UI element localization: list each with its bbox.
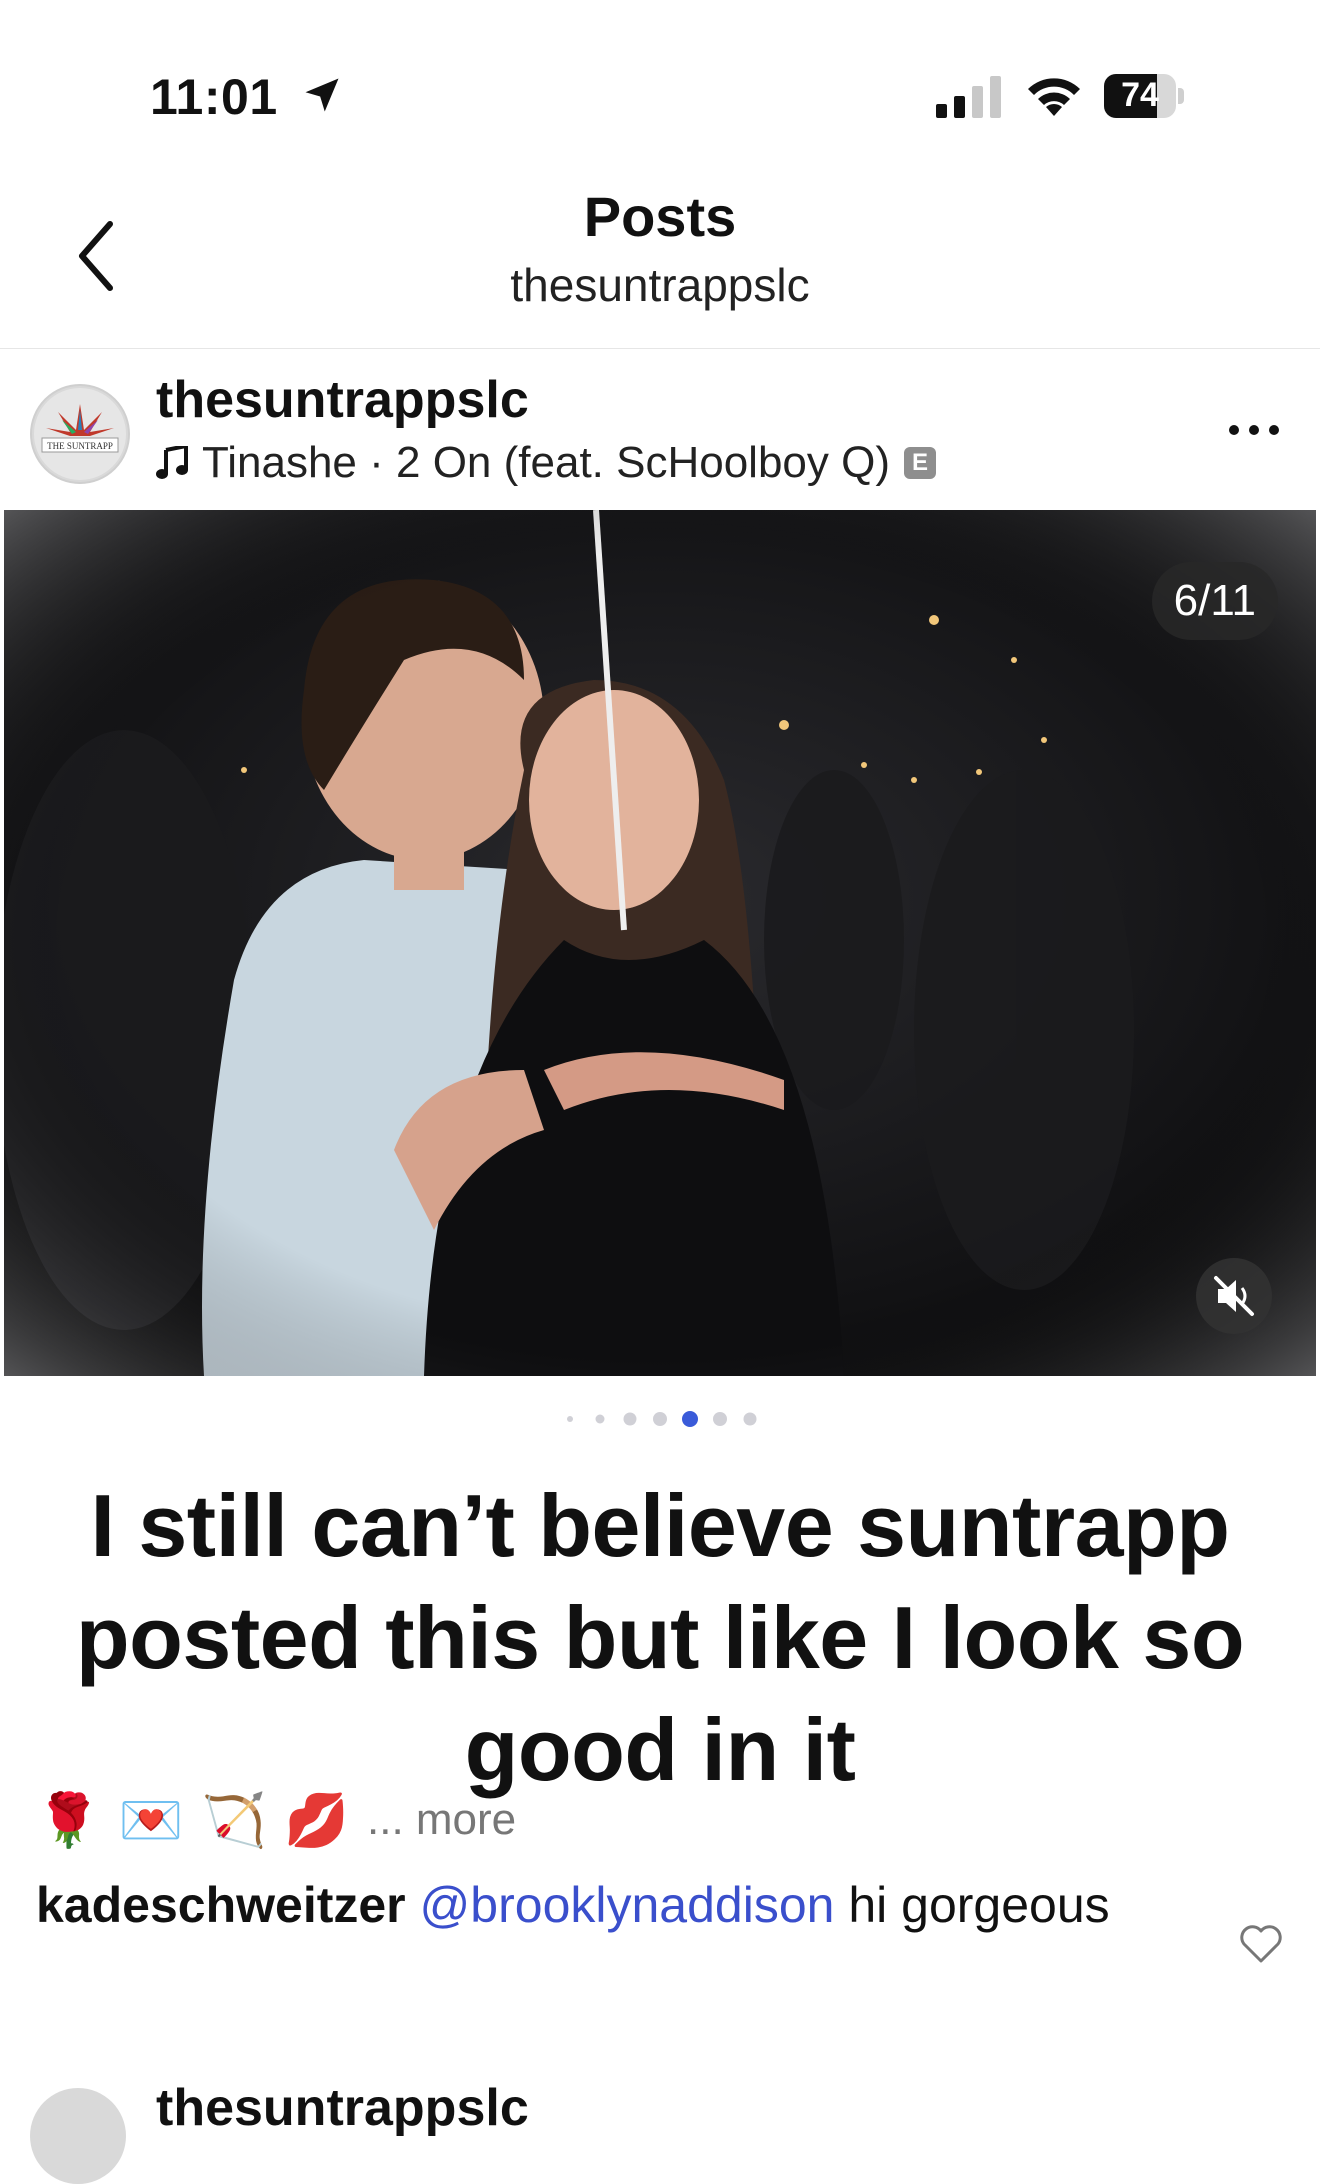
nav-bar: Posts thesuntrappslc (0, 150, 1320, 349)
carousel-dot-active (682, 1411, 698, 1427)
post-image[interactable]: 6/11 (4, 510, 1316, 1376)
carousel-dots-svg (567, 1411, 757, 1427)
heart-outline-icon[interactable] (1238, 1924, 1284, 1964)
caption-emoji: 💌 (118, 1791, 184, 1850)
caption-emoji: 🌹 (36, 1791, 101, 1850)
wifi-icon (1028, 78, 1080, 116)
status-time: 11:01 (150, 69, 278, 125)
comment: kadeschweitzer @brooklynaddison hi gorge… (36, 1872, 1216, 1938)
mute-button[interactable] (1196, 1258, 1272, 1334)
post-caption[interactable]: 🌹 💌 🏹 💋 ... more (36, 1790, 516, 1850)
comment-username[interactable]: kadeschweitzer (36, 1877, 406, 1933)
slide-counter: 6/11 (1151, 562, 1278, 640)
carousel-dot (595, 1414, 605, 1424)
overlay-text: I still can’t believe suntrapp posted th… (75, 1476, 1245, 1799)
suntrapp-logo-icon: THE SUNTRAPP (34, 388, 126, 480)
caption-more-link[interactable]: ... more (367, 1795, 516, 1845)
carousel-dots (0, 1404, 1320, 1434)
battery-shell: 74 (1104, 74, 1176, 118)
battery-nub (1178, 88, 1184, 104)
music-note-icon (156, 446, 188, 479)
carousel-dot (653, 1412, 667, 1426)
battery-percent: 74 (1121, 76, 1159, 114)
cellular-signal-icon (936, 76, 1001, 118)
post-song[interactable]: Tinashe · 2 On (feat. ScHoolboy Q) E (156, 438, 936, 488)
explicit-badge: E (904, 447, 936, 479)
song-label: Tinashe · 2 On (feat. ScHoolboy Q) (202, 438, 890, 487)
svg-text:THE SUNTRAPP: THE SUNTRAPP (47, 441, 113, 451)
more-dots-icon[interactable] (1226, 420, 1282, 440)
page-subtitle: thesuntrappslc (510, 259, 810, 311)
avatar[interactable]: THE SUNTRAPP (30, 384, 130, 484)
carousel-dot (567, 1416, 573, 1422)
carousel-dot (713, 1412, 727, 1426)
post-username[interactable]: thesuntrappslc (156, 370, 529, 430)
speaker-muted-icon (1214, 1276, 1254, 1316)
carousel-dot (623, 1412, 637, 1426)
comment-text: hi gorgeous (834, 1877, 1110, 1933)
caption-emoji: 💋 (284, 1791, 349, 1850)
next-post-username[interactable]: thesuntrappslc (156, 2078, 529, 2138)
next-post-avatar[interactable] (30, 2088, 126, 2184)
carousel-dot (743, 1412, 757, 1426)
comment-mention[interactable]: @brooklynaddison (420, 1877, 835, 1933)
status-bar: 11:01 74 (0, 0, 1320, 150)
caption-emoji: 🏹 (201, 1791, 267, 1850)
post-photo (4, 510, 1316, 1376)
location-arrow-icon (305, 78, 339, 112)
page-title: Posts (583, 185, 737, 248)
battery-indicator: 74 (1104, 74, 1186, 118)
post-header: THE SUNTRAPP thesuntrappslc Tinashe · 2 … (0, 350, 1320, 510)
